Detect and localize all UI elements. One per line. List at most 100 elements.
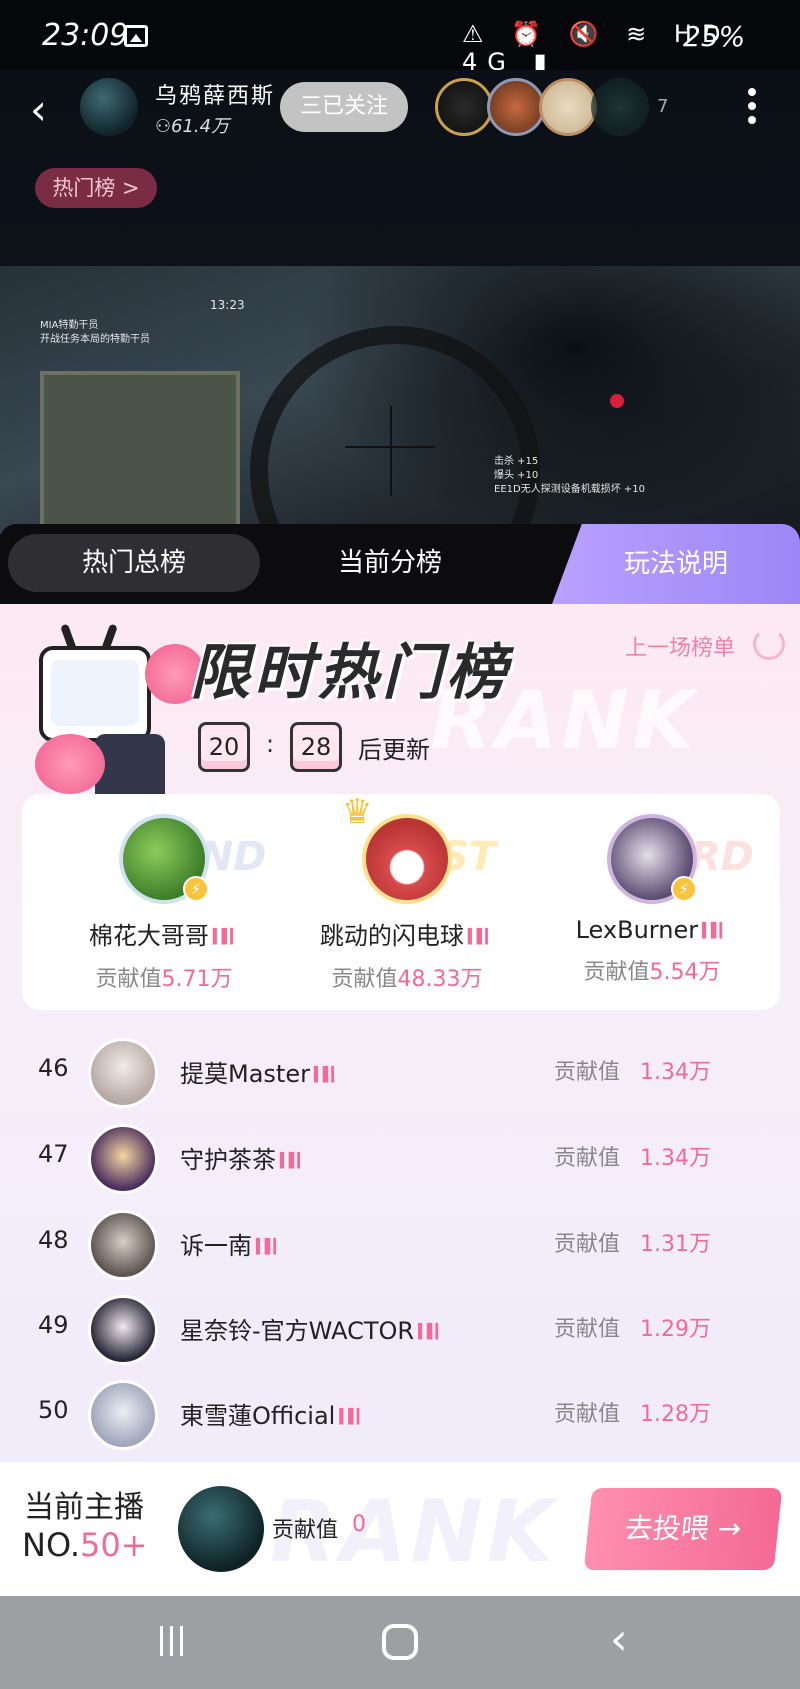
score-label: 贡献值 (95, 967, 162, 992)
audio-bars-icon: ▍▌▎ (702, 923, 730, 939)
refresh-icon[interactable] (753, 628, 785, 660)
avatar[interactable] (88, 1295, 158, 1365)
hud-line: MIA特勤干员 (40, 320, 99, 331)
avatar[interactable] (88, 1038, 158, 1108)
score-value: 1.28万 (640, 1402, 711, 1427)
score-label: 贡献值 (554, 1402, 621, 1427)
current-streamer-label: 当前主播 (24, 1490, 144, 1525)
status-bar: 23:09 ⚠ ⏰ 🔇 ≋ HD 4G ▮ 25% (0, 0, 800, 76)
rank-number: 50 (38, 1396, 69, 1424)
score-label: 贡献值 (554, 1146, 621, 1171)
vote-button[interactable]: 去投喂 → (583, 1488, 783, 1570)
ranking-row[interactable]: 50 東雪蓮Official ▍▌▎ 贡献值 1.28万 (22, 1372, 780, 1458)
score-value: 5.54万 (649, 960, 721, 985)
score-label: 贡献值 (554, 1232, 621, 1257)
score-value: 1.29万 (640, 1317, 711, 1342)
avatar[interactable] (88, 1380, 158, 1450)
avatar[interactable] (362, 814, 452, 904)
user-name: 星奈铃-官方WACTOR ▍▌▎ (180, 1317, 446, 1345)
more-vertical-icon[interactable] (748, 88, 758, 128)
user-name: 東雪蓮Official ▍▌▎ (180, 1402, 368, 1430)
image-notification-icon (124, 25, 148, 47)
ranking-list: 46 提莫Master ▍▌▎ 贡献值 1.34万 47 守护茶茶 ▍▌▎ 贡献值 … (22, 1016, 780, 1462)
streamer-name[interactable]: 乌鸦薛西斯 (155, 78, 275, 110)
score-value: 5.71万 (161, 967, 233, 992)
score-label: 贡献值 (583, 960, 650, 985)
rank-number: 47 (38, 1140, 69, 1168)
score-value: 0 (352, 1512, 366, 1537)
countdown-minutes: 28 (290, 722, 342, 772)
lightning-badge-icon: ⚡ (183, 876, 209, 902)
current-streamer-bar: RANK 当前主播 NO.50+ 贡献值 0 去投喂 → (0, 1462, 800, 1596)
current-rank: NO.50+ (22, 1526, 148, 1564)
follow-button[interactable]: 三已关注 (280, 82, 408, 132)
home-icon[interactable] (382, 1624, 418, 1660)
countdown-suffix: 后更新 (358, 736, 430, 764)
rank-number: 48 (38, 1226, 69, 1254)
hot-rank-chip[interactable]: 热门榜 > (35, 168, 157, 208)
score-label: 贡献值 (554, 1060, 621, 1085)
audio-bars-icon: ▍▌▎ (339, 1409, 367, 1425)
video-scene-object (40, 371, 240, 531)
podium-name: 棉花大哥哥 (88, 922, 209, 950)
ranking-row[interactable]: 46 提莫Master ▍▌▎ 贡献值 1.34万 (22, 1030, 780, 1116)
podium-third[interactable]: ⚡ LexBurner ▍▌▎ 贡献值5.54万 (532, 814, 772, 986)
mascot-illustration (25, 623, 205, 799)
rank-tabs: 热门总榜 当前分榜 玩法说明 (0, 524, 800, 604)
audio-bars-icon: ▍▌▎ (280, 1153, 308, 1169)
podium-name: 跳动的闪电球 (319, 922, 464, 950)
streamer-fan-count: ⚇61.4万 (155, 112, 229, 138)
back-icon[interactable]: ‹ (610, 1618, 628, 1662)
avatar[interactable] (88, 1210, 158, 1280)
avatar (178, 1486, 264, 1572)
lightning-badge-icon: ⚡ (671, 876, 697, 902)
score-value: 1.34万 (640, 1060, 711, 1085)
status-time: 23:09 (42, 18, 129, 53)
live-video-player[interactable]: 13:23 MIA特勤干员 开战任务本局的特勤干员 击杀 +15 爆头 +10 … (0, 266, 800, 534)
fans-icon: ⚇ (155, 116, 172, 137)
podium-name: LexBurner (575, 916, 699, 944)
rank-number: 49 (38, 1311, 69, 1339)
fans-value: 61.4万 (171, 116, 230, 137)
viewer-avatar[interactable] (591, 78, 649, 136)
tab-hot-total[interactable]: 热门总榜 (8, 534, 260, 592)
viewer-avatar[interactable] (435, 78, 493, 136)
viewer-count[interactable]: 7 (657, 96, 668, 117)
ranking-row[interactable]: 47 守护茶茶 ▍▌▎ 贡献值 1.34万 (22, 1116, 780, 1202)
viewer-avatar[interactable] (487, 78, 545, 136)
ranking-row[interactable]: 48 诉一南 ▍▌▎ 贡献值 1.31万 (22, 1202, 780, 1288)
countdown-separator: : (266, 730, 275, 758)
score-label: 贡献值 (272, 1518, 339, 1543)
avatar[interactable] (88, 1124, 158, 1194)
crosshair (390, 406, 392, 496)
tab-current-sub[interactable]: 当前分榜 (270, 534, 510, 592)
podium-first[interactable]: 跳动的闪电球 ▍▌▎ 贡献值48.33万 (287, 814, 527, 993)
back-arrow-icon[interactable]: ‹ (30, 89, 60, 131)
hud-kill-feed: EE1D无人探测设备机载损坏 +10 (494, 484, 645, 495)
recent-apps-icon[interactable] (160, 1626, 192, 1658)
hot-rank-panel: RANK 限时热门榜 上一场榜单 20 : 28 后更新 2ND 1ST 3RD… (0, 604, 800, 1462)
tab-rules[interactable]: 玩法说明 (552, 524, 800, 604)
live-room-header: ‹ 乌鸦薛西斯 ⚇61.4万 三已关注 7 热门榜 > (0, 70, 800, 266)
ranking-row[interactable]: 49 星奈铃-官方WACTOR ▍▌▎ 贡献值 1.29万 (22, 1287, 780, 1373)
viewer-avatar[interactable] (539, 78, 597, 136)
score-value: 1.34万 (640, 1146, 711, 1171)
previous-rank-link[interactable]: 上一场榜单 (625, 630, 735, 662)
hud-timer: 13:23 (210, 298, 245, 312)
hud-kill-feed: 爆头 +10 (494, 470, 539, 481)
audio-bars-icon: ▍▌▎ (418, 1324, 446, 1340)
rank-prefix: NO. (22, 1526, 80, 1564)
audio-bars-icon: ▍▌▎ (212, 929, 241, 945)
avatar[interactable]: ⚡ (119, 814, 209, 904)
battery-level: 25% (683, 20, 746, 53)
user-name: 守护茶茶 ▍▌▎ (180, 1146, 308, 1174)
system-icons: ⚠ ⏰ 🔇 ≋ HD 4G ▮ (462, 20, 731, 76)
avatar[interactable]: ⚡ (607, 814, 697, 904)
streamer-avatar[interactable] (80, 78, 138, 136)
score-value: 48.33万 (397, 967, 483, 992)
score-value: 1.31万 (640, 1232, 711, 1257)
user-name: 诉一南 ▍▌▎ (180, 1232, 284, 1260)
android-nav-bar: ‹ (0, 1596, 800, 1689)
audio-bars-icon: ▍▌▎ (313, 1067, 342, 1083)
podium-second[interactable]: ⚡ 棉花大哥哥 ▍▌▎ 贡献值5.71万 (44, 814, 284, 993)
